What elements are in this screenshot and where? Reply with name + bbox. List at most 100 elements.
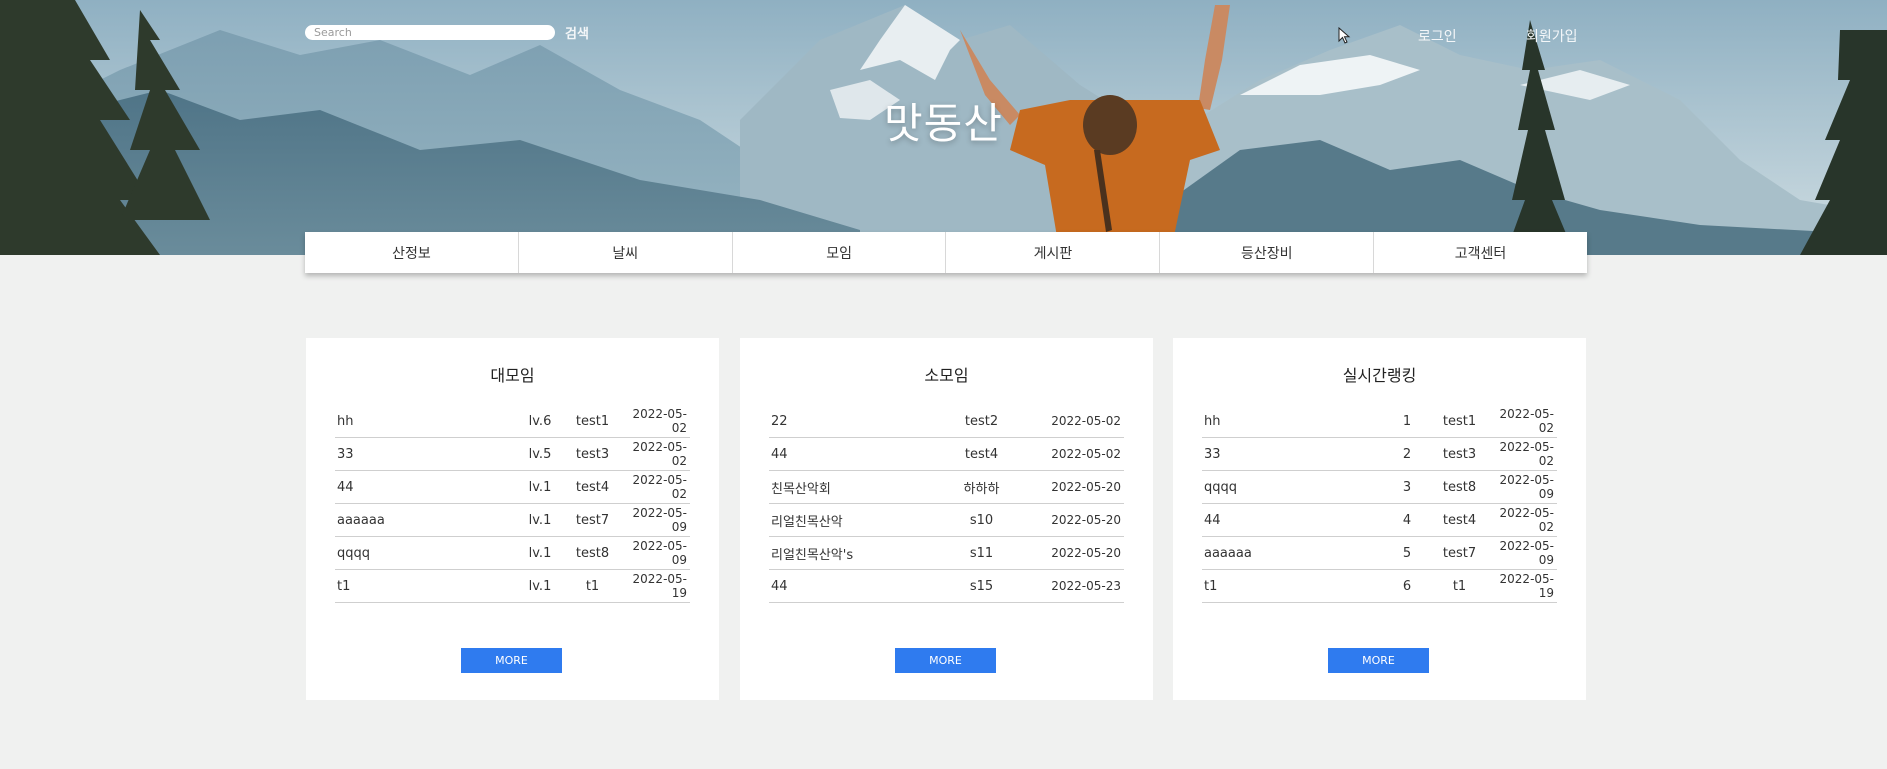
row-title: qqqq [1204,479,1238,495]
row-date: 2022-05-09 [1499,473,1554,501]
row-title: 리얼친목산악's [771,547,854,563]
row-user: test7 [1442,545,1477,561]
row-level: lv.5 [528,446,552,462]
list-row[interactable]: 리얼친목산악's s11 2022-05-20 [769,537,1124,570]
row-date: 2022-05-09 [632,539,687,567]
row-title: hh [337,413,354,429]
row-date: 2022-05-02 [632,440,687,468]
signup-link[interactable]: 회원가입 [1526,26,1578,46]
row-level: lv.1 [528,479,552,495]
row-title: hh [1204,413,1221,429]
row-title: 리얼친목산악 [771,514,843,530]
large-meetup-panel: 대모임 hh lv.6 test1 2022-05-02 33 lv.5 test3 202… [306,338,719,700]
nav-item-customer-center[interactable]: 고객센터 [1374,232,1587,273]
row-title: t1 [1204,578,1218,594]
row-title: 33 [337,446,354,462]
list-row[interactable]: 친목산악회 하하하 2022-05-20 [769,471,1124,504]
list-row[interactable]: hh lv.6 test1 2022-05-02 [335,405,690,438]
nav-item-board[interactable]: 게시판 [946,232,1161,273]
panel-title: 실시간랭킹 [1342,366,1417,385]
row-date: 2022-05-02 [1499,407,1554,435]
row-title: 44 [771,446,788,462]
row-date: 2022-05-09 [1499,539,1554,567]
row-date: 2022-05-02 [1051,414,1121,428]
list-row[interactable]: qqqq 3 test8 2022-05-09 [1202,471,1557,504]
row-date: 2022-05-02 [632,407,687,435]
row-user: test3 [1442,446,1477,462]
board-list: hh lv.6 test1 2022-05-02 33 lv.5 test3 2022-05… [335,405,690,603]
list-row[interactable]: hh 1 test1 2022-05-02 [1202,405,1557,438]
board-list: 22 test2 2022-05-02 44 test4 2022-05-02 친목산악… [769,405,1124,603]
row-user: s10 [969,512,994,528]
list-row[interactable]: t1 lv.1 t1 2022-05-19 [335,570,690,603]
row-user: test2 [964,413,999,429]
list-row[interactable]: 44 test4 2022-05-02 [769,438,1124,471]
row-user: t1 [585,578,600,594]
row-title: 44 [1204,512,1221,528]
list-row[interactable]: 22 test2 2022-05-02 [769,405,1124,438]
row-title: aaaaaa [337,512,385,528]
list-row[interactable]: 44 lv.1 test4 2022-05-02 [335,471,690,504]
ranking-list: hh 1 test1 2022-05-02 33 2 test3 2022-05-02 qq… [1202,405,1557,603]
row-date: 2022-05-02 [1499,440,1554,468]
list-row[interactable]: qqqq lv.1 test8 2022-05-09 [335,537,690,570]
row-user: test4 [964,446,999,462]
row-rank: 6 [1402,578,1412,594]
row-date: 2022-05-19 [1499,572,1554,600]
list-row[interactable]: 33 2 test3 2022-05-02 [1202,438,1557,471]
row-user: t1 [1452,578,1467,594]
hero-banner: 검색 로그인 회원가입 맛동산 [0,0,1887,255]
login-link[interactable]: 로그인 [1418,26,1457,46]
row-user: test4 [575,479,610,495]
main-nav: 산정보 날씨 모임 게시판 등산장비 고객센터 [305,232,1587,273]
row-date: 2022-05-20 [1051,546,1121,560]
row-user: test8 [575,545,610,561]
more-button[interactable]: MORE [1328,648,1429,673]
row-user: test1 [575,413,610,429]
list-row[interactable]: aaaaaa 5 test7 2022-05-09 [1202,537,1557,570]
more-button[interactable]: MORE [461,648,562,673]
row-title: 44 [337,479,354,495]
row-level: lv.1 [528,578,552,594]
row-title: aaaaaa [1204,545,1252,561]
row-user: test4 [1442,512,1477,528]
row-rank: 4 [1402,512,1412,528]
list-row[interactable]: aaaaaa lv.1 test7 2022-05-09 [335,504,690,537]
row-user: test3 [575,446,610,462]
more-button[interactable]: MORE [895,648,996,673]
row-rank: 2 [1402,446,1412,462]
row-title: 44 [771,578,788,594]
row-user: 하하하 [963,481,1000,497]
row-date: 2022-05-09 [632,506,687,534]
small-meetup-panel: 소모임 22 test2 2022-05-02 44 test4 2022-05-02 … [740,338,1153,700]
row-user: test1 [1442,413,1477,429]
row-level: lv.1 [528,545,552,561]
list-row[interactable]: 44 s15 2022-05-23 [769,570,1124,603]
mouse-cursor-icon [1338,27,1351,44]
row-date: 2022-05-02 [1051,447,1121,461]
list-row[interactable]: 33 lv.5 test3 2022-05-02 [335,438,690,471]
row-rank: 3 [1402,479,1412,495]
search-button[interactable]: 검색 [565,23,589,42]
row-date: 2022-05-19 [632,572,687,600]
nav-item-mountain-info[interactable]: 산정보 [305,232,519,273]
row-title: 33 [1204,446,1221,462]
list-row[interactable]: t1 6 t1 2022-05-19 [1202,570,1557,603]
list-row[interactable]: 리얼친목산악 s10 2022-05-20 [769,504,1124,537]
nav-item-hiking-gear[interactable]: 등산장비 [1160,232,1375,273]
panel-title: 대모임 [490,366,535,385]
row-user: test7 [575,512,610,528]
row-date: 2022-05-02 [632,473,687,501]
row-level: lv.6 [528,413,552,429]
row-title: 22 [771,413,788,429]
realtime-ranking-panel: 실시간랭킹 hh 1 test1 2022-05-02 33 2 test3 2022-05… [1173,338,1586,700]
search-input[interactable] [305,25,555,40]
nav-item-meetups[interactable]: 모임 [733,232,947,273]
row-title: 친목산악회 [771,481,831,497]
nav-item-weather[interactable]: 날씨 [519,232,733,273]
row-date: 2022-05-20 [1051,480,1121,494]
site-title: 맛동산 [884,99,1003,148]
row-date: 2022-05-02 [1499,506,1554,534]
list-row[interactable]: 44 4 test4 2022-05-02 [1202,504,1557,537]
panel-title: 소모임 [924,366,969,385]
